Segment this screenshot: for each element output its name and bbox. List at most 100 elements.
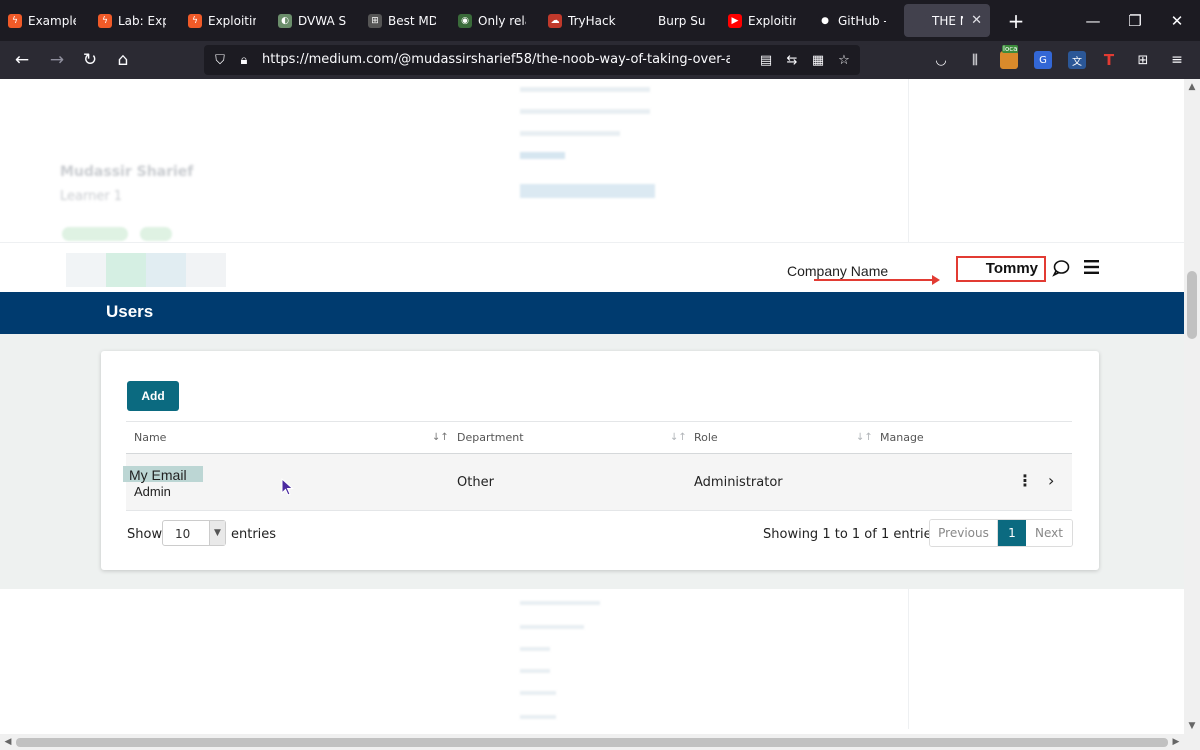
previous-page-button[interactable]: Previous: [930, 520, 998, 546]
close-tab-icon[interactable]: ✕: [971, 13, 982, 28]
shield-icon[interactable]: ⛉: [212, 52, 228, 68]
tab-favicon-icon: [638, 13, 652, 28]
blurred-pill: [140, 227, 172, 241]
sort-desc-icon[interactable]: ↓↑: [432, 432, 449, 443]
tab-favicon-icon: ◉: [458, 13, 472, 28]
horizontal-scroll-thumb[interactable]: [16, 738, 1168, 747]
qr-code-icon[interactable]: ▦: [810, 52, 826, 68]
library-icon[interactable]: ⫼: [966, 51, 984, 69]
user-subname-cell: Admin: [134, 484, 171, 499]
page-button-current[interactable]: 1: [998, 520, 1026, 546]
t-extension-icon[interactable]: T: [1100, 51, 1118, 69]
minimize-button[interactable]: —: [1070, 0, 1116, 41]
scroll-up-icon[interactable]: ▲: [1184, 79, 1200, 95]
chevron-down-icon[interactable]: ▼: [209, 521, 225, 545]
chevron-right-icon[interactable]: ›: [1048, 471, 1054, 490]
browser-tab[interactable]: ▶ Exploiting: [720, 0, 810, 41]
horizontal-scrollbar[interactable]: ◀ ▶: [0, 734, 1200, 750]
reader-view-icon[interactable]: ▤: [758, 52, 774, 68]
reload-icon[interactable]: ↻: [80, 50, 100, 70]
users-card: Add Name ↓↑ Department ↓↑ Role ↓↑ Manage…: [101, 351, 1099, 570]
close-window-button[interactable]: ✕: [1154, 0, 1200, 41]
tab-favicon-icon: ϟ: [8, 13, 22, 28]
column-header-department[interactable]: Department: [457, 431, 524, 444]
pocket-icon[interactable]: ◡: [932, 51, 950, 69]
browser-tab[interactable]: ϟ Lab: Explo: [90, 0, 180, 41]
pagination: Previous 1 Next: [929, 519, 1073, 547]
page-viewport: Mudassir Sharief Learner 1 Company Name …: [0, 79, 1184, 734]
table-row[interactable]: My Email Admin Other Administrator ⋮ ›: [123, 454, 1072, 511]
blurred-form-button: [520, 184, 655, 198]
column-header-name[interactable]: Name: [134, 431, 166, 444]
translate-icon[interactable]: ⇆: [784, 52, 800, 68]
show-label: Show: [127, 527, 163, 542]
user-name-cell[interactable]: My Email: [129, 467, 187, 483]
browser-tab[interactable]: ☁ TryHackM: [540, 0, 630, 41]
tab-favicon-icon: ϟ: [188, 13, 202, 28]
username-highlight-box: Tommy: [956, 256, 1046, 282]
bookmark-star-icon[interactable]: ☆: [836, 52, 852, 68]
new-tab-button[interactable]: +: [1004, 9, 1028, 33]
table-footer: Show 10 ▼ entries Showing 1 to 1 of 1 en…: [127, 519, 1073, 551]
browser-tab[interactable]: ◐ DVWA Sec: [270, 0, 360, 41]
page-title: Users: [106, 302, 154, 321]
next-page-button[interactable]: Next: [1026, 520, 1072, 546]
scroll-right-icon[interactable]: ▶: [1168, 734, 1184, 750]
address-bar[interactable]: ⛉ 🔒︎ https://medium.com/@mudassirsharief…: [204, 45, 860, 75]
forward-icon[interactable]: →: [47, 50, 67, 70]
tab-strip: ϟ Examples ϟ Lab: Explo ϟ Exploiting ◐ DVWA Sec…: [0, 0, 1200, 41]
page-size-select[interactable]: 10 ▼: [162, 520, 226, 546]
department-cell: Other: [457, 475, 494, 490]
hamburger-menu-icon[interactable]: ≡: [1168, 51, 1186, 69]
google-translate-icon[interactable]: G: [1034, 51, 1052, 69]
browser-tab[interactable]: ● GitHub - p: [810, 0, 900, 41]
browser-tab[interactable]: ϟ Exploiting: [180, 0, 270, 41]
tab-favicon-icon: ▶: [728, 13, 742, 28]
extensions-icon[interactable]: ⊞: [1134, 51, 1152, 69]
browser-tab[interactable]: ϟ Examples: [0, 0, 90, 41]
tab-title: Only relat: [478, 13, 526, 28]
browser-tab[interactable]: Burp Suite: [630, 0, 720, 41]
blurred-form-line: [520, 109, 650, 114]
vertical-scrollbar[interactable]: ▲ ▼: [1184, 79, 1200, 734]
add-user-button[interactable]: Add: [127, 381, 179, 411]
blurred-form-line: [520, 669, 550, 673]
logo-segment: [66, 253, 106, 287]
mouse-cursor-icon: [281, 478, 294, 496]
translator-extension-icon[interactable]: 文: [1068, 51, 1086, 69]
lock-icon[interactable]: 🔒︎: [236, 52, 252, 68]
page-title-bar: Users: [0, 292, 1184, 334]
sort-icon[interactable]: ↓↑: [856, 432, 873, 443]
back-icon[interactable]: ←: [12, 50, 32, 70]
blurred-form-line: [520, 691, 556, 695]
localhost-extension-icon[interactable]: loca: [1000, 45, 1019, 69]
tab-title: Examples: [28, 13, 76, 28]
logo-segment: [186, 253, 226, 287]
app-header: Company Name Tommy: [0, 242, 1184, 292]
restore-button[interactable]: ❐: [1112, 0, 1158, 41]
tab-favicon-icon: ϟ: [98, 13, 112, 28]
table-info: Showing 1 to 1 of 1 entries: [763, 527, 939, 542]
browser-tab[interactable]: THE NO ✕: [904, 4, 990, 37]
home-icon[interactable]: ⌂: [113, 50, 133, 70]
username[interactable]: Tommy: [986, 260, 1038, 277]
scroll-down-icon[interactable]: ▼: [1184, 718, 1200, 734]
browser-tab[interactable]: ◉ Only relat: [450, 0, 540, 41]
scroll-left-icon[interactable]: ◀: [0, 734, 16, 750]
browser-tab[interactable]: ⊞ Best MD5: [360, 0, 450, 41]
chat-icon[interactable]: [1052, 259, 1070, 277]
blurred-form-line: [520, 152, 565, 159]
sort-icon[interactable]: ↓↑: [670, 432, 687, 443]
menu-icon[interactable]: [1083, 259, 1100, 275]
column-header-manage: Manage: [880, 431, 924, 444]
tab-favicon-icon: ●: [818, 13, 832, 28]
more-options-icon[interactable]: ⋮: [1017, 471, 1033, 490]
vertical-scroll-thumb[interactable]: [1187, 271, 1197, 339]
blurred-author-name: Mudassir Sharief: [60, 164, 194, 180]
column-header-role[interactable]: Role: [694, 431, 718, 444]
url-text[interactable]: https://medium.com/@mudassirsharief58/th…: [262, 52, 730, 67]
extension-badge: loca: [1002, 45, 1019, 53]
tab-title: GitHub - p: [838, 13, 886, 28]
blurred-form-line: [520, 131, 620, 136]
tab-title: Exploiting: [748, 13, 796, 28]
